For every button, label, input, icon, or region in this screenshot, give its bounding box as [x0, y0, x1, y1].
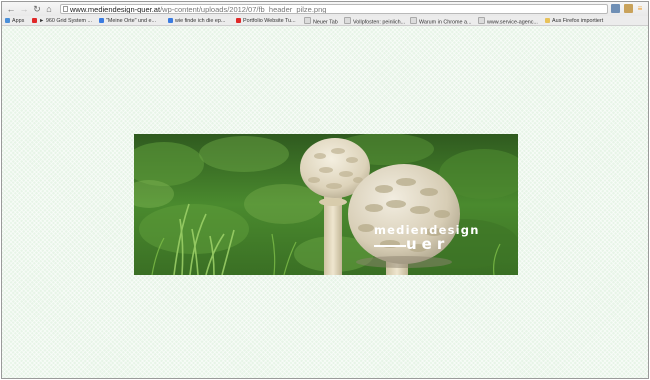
address-bar[interactable]: www.mediendesign-quer.at/wp-content/uplo…: [60, 4, 608, 14]
youtube-icon: [32, 17, 37, 23]
page-icon: [344, 17, 351, 24]
extension-icon-2[interactable]: [624, 4, 633, 13]
bookmarks-bar: Apps ► 960 Grid System ... "Meine Orte" …: [2, 16, 648, 26]
header-image-mushrooms: mediendesign uer: [134, 134, 518, 275]
bookmark-label: wie finde ich die ep...: [175, 18, 226, 24]
bookmark-wie-finde[interactable]: wie finde ich die ep...: [168, 17, 225, 25]
url-domain: www.mediendesign-quer.at: [70, 5, 161, 14]
browser-window: ← → ↻ ⌂ www.mediendesign-quer.at/wp-cont…: [1, 1, 649, 379]
google-icon: [99, 17, 104, 23]
bookmark-neuer-tab[interactable]: Neuer Tab: [304, 17, 338, 26]
bookmark-label: www.service-agenc...: [487, 19, 538, 26]
page-icon: [304, 17, 311, 24]
url-path: /wp-content/uploads/2012/07/fb_header_pi…: [160, 5, 327, 14]
mushroom-photo: [134, 134, 518, 275]
bookmark-service-agency[interactable]: www.service-agenc...: [478, 17, 538, 26]
forward-arrow-icon[interactable]: →: [19, 4, 29, 14]
bookmark-label: Neuer Tab: [313, 19, 338, 26]
browser-toolbar: ← → ↻ ⌂ www.mediendesign-quer.at/wp-cont…: [2, 2, 648, 16]
bookmark-label: Warum in Chrome a...: [419, 19, 472, 26]
bookmark-meine-orte[interactable]: "Meine Orte" und e...: [99, 17, 156, 25]
brand-q-stroke: [374, 245, 406, 247]
menu-icon[interactable]: ≡: [636, 4, 644, 14]
home-icon[interactable]: ⌂: [44, 4, 54, 14]
reload-icon[interactable]: ↻: [32, 4, 42, 14]
back-arrow-icon[interactable]: ←: [6, 4, 16, 14]
bookmark-label: Portfolio Website Tu...: [243, 18, 296, 24]
page-icon: [410, 17, 417, 24]
bookmark-folder-firefox[interactable]: Aus Firefox importiert: [545, 17, 603, 25]
page-viewport: mediendesign uer: [2, 26, 648, 378]
bookmark-portfolio[interactable]: Portfolio Website Tu...: [236, 17, 296, 25]
bookmark-label: Apps: [12, 18, 25, 24]
apps-grid-icon: [5, 17, 10, 23]
bookmark-label: Vollpfosten: peinlich...: [353, 19, 406, 26]
google-search-icon: [168, 17, 173, 23]
page-icon: [478, 17, 485, 24]
bookmark-960-grid[interactable]: ► 960 Grid System ...: [32, 17, 92, 25]
bookmark-vollpfosten[interactable]: Vollpfosten: peinlich...: [344, 17, 406, 26]
bookmark-label: Aus Firefox importiert: [552, 18, 604, 24]
extension-icon[interactable]: [611, 4, 620, 13]
brand-text-uer: uer: [406, 235, 450, 253]
bookmark-label: ► 960 Grid System ...: [39, 18, 92, 24]
folder-icon: [545, 17, 550, 23]
bookmark-label: "Meine Orte" und e...: [106, 18, 156, 24]
youtube-icon: [236, 17, 241, 23]
page-info-icon[interactable]: [63, 6, 68, 12]
bookmark-apps[interactable]: Apps: [5, 17, 24, 25]
bookmark-warum-chrome[interactable]: Warum in Chrome a...: [410, 17, 472, 26]
